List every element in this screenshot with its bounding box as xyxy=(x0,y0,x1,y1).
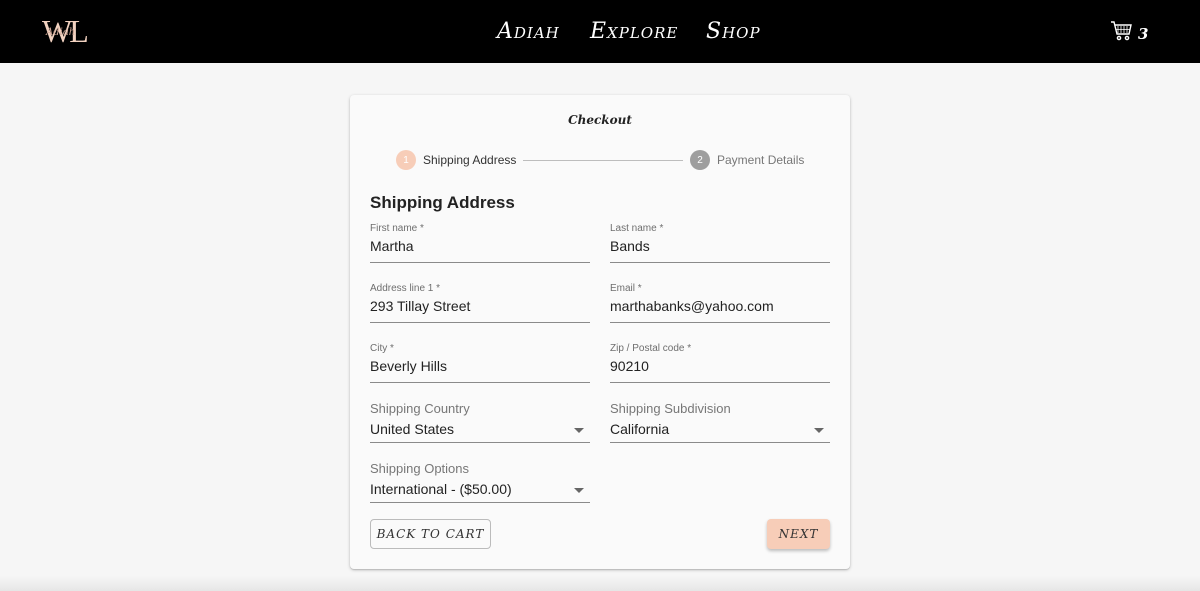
dropdown-caret-icon xyxy=(574,488,584,493)
city-label: City * xyxy=(370,343,394,354)
first-name-value: Martha xyxy=(370,238,414,254)
first-name-field[interactable]: First name * Martha xyxy=(370,223,590,263)
email-value: marthabanks@yahoo.com xyxy=(610,298,774,314)
address-line1-field[interactable]: Address line 1 * 293 Tillay Street xyxy=(370,283,590,323)
step-payment-details: 2 Payment Details xyxy=(690,150,804,170)
step-number-1: 1 xyxy=(396,150,416,170)
shipping-options-value: International - ($50.00) xyxy=(370,481,512,497)
step-label-1: Shipping Address xyxy=(423,153,517,167)
step-shipping-address: 1 Shipping Address xyxy=(396,150,516,170)
section-title: Shipping Address xyxy=(370,193,515,212)
back-to-cart-button[interactable]: Back to cart xyxy=(370,519,491,549)
page-bottom-shade xyxy=(0,576,1200,591)
shipping-subdivision-value: California xyxy=(610,421,670,437)
last-name-value: Bands xyxy=(610,238,650,254)
shipping-country-value: United States xyxy=(370,421,455,437)
nav-link-adiah[interactable]: Adiah xyxy=(497,18,560,46)
shipping-country-select[interactable]: Shipping Country United States xyxy=(370,401,590,443)
shipping-options-label: Shipping Options xyxy=(370,461,470,476)
last-name-label: Last name * xyxy=(610,223,664,234)
cart-count: 3 xyxy=(1138,24,1149,43)
checkout-title: Checkout xyxy=(568,113,632,127)
shipping-subdivision-label: Shipping Subdivision xyxy=(610,401,731,416)
cart-button[interactable]: 3 xyxy=(1110,19,1148,48)
city-value: Beverly Hills xyxy=(370,358,448,374)
shipping-country-label: Shipping Country xyxy=(370,401,470,416)
nav-link-explore[interactable]: Explore xyxy=(590,18,678,46)
top-navbar: WL Adiah Adiah Explore Shop 3 xyxy=(0,0,1200,63)
checkout-card: Checkout 1 Shipping Address 2 Payment De… xyxy=(350,95,850,569)
shipping-subdivision-select[interactable]: Shipping Subdivision California xyxy=(610,401,830,443)
email-label: Email * xyxy=(610,283,642,294)
address-line1-value: 293 Tillay Street xyxy=(370,298,471,314)
next-button[interactable]: Next xyxy=(767,519,830,549)
nav-link-shop[interactable]: Shop xyxy=(706,18,761,46)
dropdown-caret-icon xyxy=(814,428,824,433)
main-nav: Adiah Explore Shop xyxy=(0,0,1200,63)
cart-icon xyxy=(1110,19,1134,48)
address-line1-label: Address line 1 * xyxy=(370,283,441,294)
email-field[interactable]: Email * marthabanks@yahoo.com xyxy=(610,283,830,323)
last-name-field[interactable]: Last name * Bands xyxy=(610,223,830,263)
first-name-label: First name * xyxy=(370,223,424,234)
zip-field[interactable]: Zip / Postal code * 90210 xyxy=(610,343,830,383)
step-connector xyxy=(523,160,683,161)
zip-label: Zip / Postal code * xyxy=(610,343,692,354)
zip-value: 90210 xyxy=(610,358,649,374)
step-label-2: Payment Details xyxy=(717,153,805,167)
dropdown-caret-icon xyxy=(574,428,584,433)
shipping-options-select[interactable]: Shipping Options International - ($50.00… xyxy=(370,461,590,503)
city-field[interactable]: City * Beverly Hills xyxy=(370,343,590,383)
step-number-2: 2 xyxy=(690,150,710,170)
